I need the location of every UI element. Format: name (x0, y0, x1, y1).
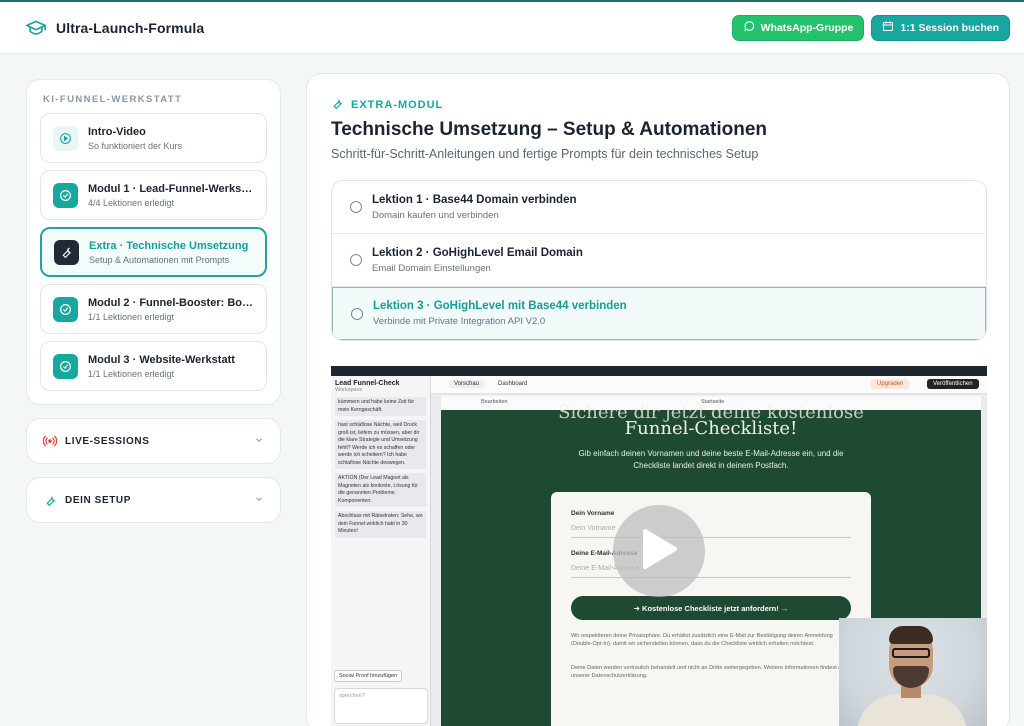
wrench-icon (331, 97, 344, 113)
lesson-title: Lektion 3 · GoHighLevel mit Base44 verbi… (373, 300, 627, 312)
module-intro-video[interactable]: Intro-Video So funktioniert der Kurs (40, 113, 267, 163)
lesson-subtitle: Email Domain Einstellungen (372, 262, 491, 274)
video-optin-form: Dein Vorname Dein Vorname Deine E-Mail-A… (551, 492, 871, 726)
eyebrow-label: EXTRA-MODUL (351, 99, 444, 111)
lesson-subtitle: Domain kaufen und verbinden (372, 209, 499, 221)
course-nav-card: KI-FUNNEL-WERKSTATT Intro-Video So funkt… (26, 79, 281, 405)
graduation-cap-icon (26, 18, 46, 38)
video-app-toolbar: Vorschau Dashboard Upgraden Veröffentlic… (431, 376, 987, 394)
whatsapp-icon (743, 20, 755, 35)
whatsapp-group-button[interactable]: WhatsApp-Gruppe (731, 14, 865, 41)
chat-message: kümmern und habe keine Zeit für mein Ker… (335, 397, 426, 416)
chevron-down-icon (254, 432, 264, 450)
accordion-title: LIVE-SESSIONS (65, 435, 150, 447)
lesson-item[interactable]: Lektion 1 · Base44 Domain verbinden Doma… (332, 181, 986, 234)
video-browser-strip (331, 366, 987, 376)
chevron-down-icon (254, 491, 264, 509)
video-upgrade: Upgraden (871, 379, 910, 389)
setup-accordion[interactable]: DEIN SETUP (26, 477, 281, 523)
lesson-radio[interactable] (350, 254, 362, 266)
video-cta: ➜ Kostenlose Checkliste jetzt anfordern!… (571, 596, 851, 620)
play-button[interactable] (613, 505, 705, 597)
video-firstname-label: Dein Vorname (571, 510, 615, 517)
lesson-item-active[interactable]: Lektion 3 · GoHighLevel mit Base44 verbi… (332, 287, 986, 340)
check-icon (53, 182, 78, 208)
module-subtitle: 1/1 Lektionen erledigt (88, 311, 175, 322)
video-chat-sidebar: Lead Funnel-Check Workspace kümmern und … (331, 376, 431, 726)
page-title: Technische Umsetzung – Setup & Automatio… (331, 119, 767, 140)
play-icon (53, 125, 78, 151)
video-email-field: Deine E-Mail-Adresse (571, 562, 851, 578)
module-title: Modul 3 · Website-Werkstatt (88, 353, 235, 366)
module-eyebrow: EXTRA-MODUL (331, 97, 443, 113)
video-description: Gib einfach deinen Vornamen und deine be… (578, 449, 844, 470)
module-extra-technical[interactable]: Extra · Technische Umsetzung Setup & Aut… (40, 227, 267, 277)
video-chip: Social Proof hinzufügen (334, 670, 403, 682)
top-bar: Ultra-Launch-Formula WhatsApp-Gruppe 1:1… (0, 0, 1024, 54)
lesson-radio[interactable] (351, 307, 363, 320)
video-firstname-field: Dein Vorname (571, 522, 851, 538)
video-tab-preview: Vorschau (449, 380, 485, 388)
brand[interactable]: Ultra-Launch-Formula (26, 18, 204, 38)
video-fineprint: Deine Daten werden vertraulich behandelt… (571, 665, 851, 679)
sidebar: KI-FUNNEL-WERKSTATT Intro-Video So funkt… (26, 79, 281, 523)
check-icon (53, 353, 78, 379)
wrench-icon (43, 493, 57, 507)
course-section-label: KI-FUNNEL-WERKSTATT (43, 94, 183, 105)
module-title: Extra · Technische Umsetzung (89, 239, 249, 252)
whatsapp-group-label: WhatsApp-Gruppe (760, 21, 854, 34)
module-subtitle: 4/4 Lektionen erledigt (88, 197, 175, 208)
module-3-website[interactable]: Modul 3 · Website-Werkstatt 1/1 Lektione… (40, 341, 267, 391)
chat-message: AKTION (Der Lead Magnet als Magneten als… (335, 473, 426, 507)
video-fineprint: Wir respektieren deine Privatsphäre. Du … (571, 633, 833, 647)
video-left-sub: Workspace (335, 387, 363, 393)
calendar-icon (882, 20, 894, 35)
broadcast-icon (43, 434, 57, 448)
live-sessions-accordion[interactable]: LIVE-SESSIONS (26, 418, 281, 464)
presenter-webcam (839, 618, 987, 726)
module-subtitle: Setup & Automationen mit Prompts (89, 254, 230, 265)
lesson-title: Lektion 2 · GoHighLevel Email Domain (372, 246, 583, 259)
chat-message: hast schlaflose Nächte, weil Druck groß … (335, 420, 426, 469)
video-publish: Veröffentlichen (927, 379, 979, 389)
lesson-title: Lektion 1 · Base44 Domain verbinden (372, 193, 577, 206)
module-subtitle: So funktioniert der Kurs (88, 140, 183, 151)
chat-message: Abschluss mit Rätselraten: Sehe, wo dein… (335, 511, 426, 538)
video-player[interactable]: Lead Funnel-Check Workspace kümmern und … (331, 366, 987, 726)
check-icon (53, 296, 78, 322)
module-subtitle: 1/1 Lektionen erledigt (88, 368, 175, 379)
module-title: Intro-Video (88, 125, 146, 138)
wrench-icon (54, 239, 79, 265)
video-chat-log: kümmern und habe keine Zeit für mein Ker… (335, 397, 426, 538)
lesson-radio[interactable] (350, 201, 362, 213)
accordion-title: DEIN SETUP (65, 494, 132, 506)
lesson-list: Lektion 1 · Base44 Domain verbinden Doma… (331, 180, 987, 341)
play-icon (639, 527, 679, 576)
module-2-funnel-booster[interactable]: Modul 2 · Funnel-Booster: Bonus 1/1 Lekt… (40, 284, 267, 334)
video-left-title: Lead Funnel-Check (335, 380, 400, 387)
lesson-item[interactable]: Lektion 2 · GoHighLevel Email Domain Ema… (332, 234, 986, 287)
lesson-panel: EXTRA-MODUL Technische Umsetzung – Setup… (306, 73, 1010, 726)
video-chat-input: sprechen? (334, 688, 428, 724)
book-session-button[interactable]: 1:1 Session buchen (871, 14, 1010, 41)
lesson-subtitle: Verbinde mit Private Integration API V2.… (373, 316, 546, 327)
book-session-label: 1:1 Session buchen (900, 21, 999, 34)
video-tab-dashboard: Dashboard (498, 381, 528, 387)
module-title: Modul 2 · Funnel-Booster: Bonus (88, 296, 254, 309)
video-headline: Funnel-Checkliste! (624, 418, 798, 439)
page-subtitle: Schritt-für-Schritt-Anleitungen und fert… (331, 147, 759, 161)
module-title: Modul 1 · Lead-Funnel-Werkstatt (88, 182, 254, 195)
module-1-lead-funnel[interactable]: Modul 1 · Lead-Funnel-Werkstatt 4/4 Lekt… (40, 170, 267, 220)
brand-title: Ultra-Launch-Formula (56, 19, 205, 36)
